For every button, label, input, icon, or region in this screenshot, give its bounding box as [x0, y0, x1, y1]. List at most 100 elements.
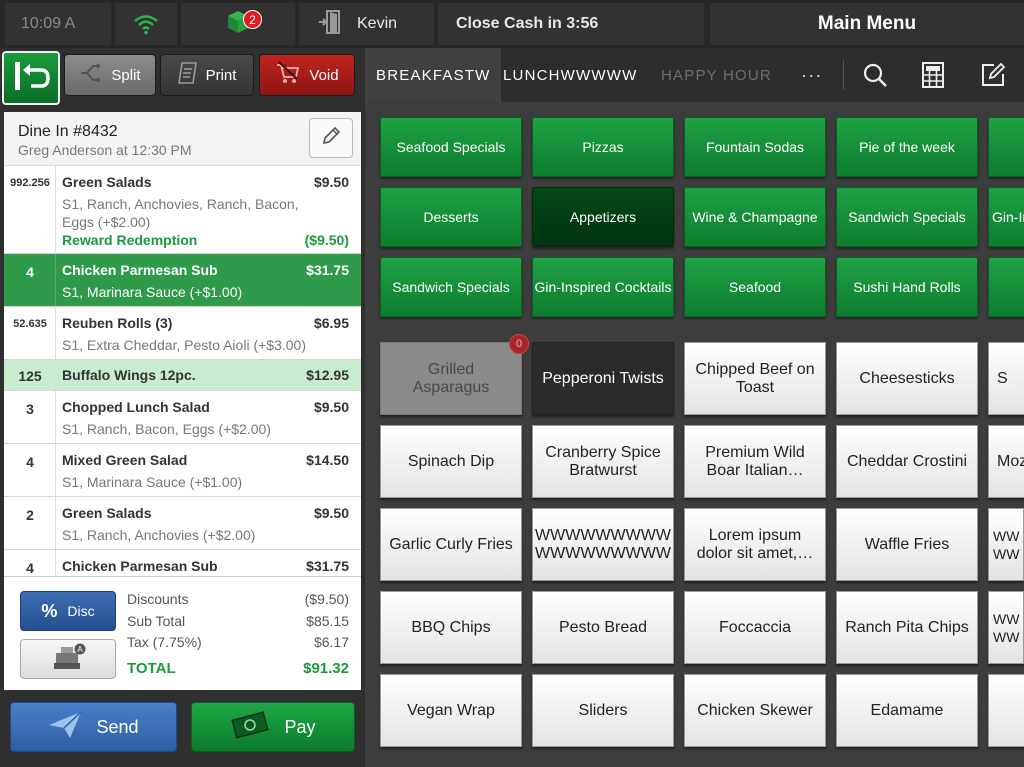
reward-value: ($9.50)	[304, 232, 349, 248]
cash-register-icon: A	[50, 643, 86, 676]
item-qty: 4	[26, 560, 34, 576]
category-partial[interactable]	[988, 117, 1024, 177]
reward-label: Reward Redemption	[62, 232, 198, 248]
product-pesto-bread[interactable]: Pesto Bread	[532, 591, 674, 664]
product-cheesesticks[interactable]: Cheesesticks	[836, 342, 978, 415]
product-grilled-asparagus[interactable]: Grilled Asparagus	[380, 342, 522, 415]
item-name: Reuben Rolls (3)	[62, 315, 173, 331]
category-sandwich-specials[interactable]: Sandwich Specials	[836, 187, 978, 247]
category-pie-of-the-week[interactable]: Pie of the week	[836, 117, 978, 177]
edit-note-icon[interactable]	[979, 61, 1007, 89]
category-desserts[interactable]: Desserts	[380, 187, 522, 247]
cash-drawer-button[interactable]: A	[20, 639, 116, 679]
product-wwwww[interactable]: WWWWWWWWW WWWWWWWWW	[532, 508, 674, 581]
send-button[interactable]: Send	[10, 702, 177, 752]
category-seafood[interactable]: Seafood	[684, 257, 826, 317]
print-button[interactable]: Print	[160, 54, 254, 96]
category-partial[interactable]	[988, 257, 1024, 317]
product-cheddar-crostini[interactable]: Cheddar Crostini	[836, 425, 978, 498]
logout-door-icon	[317, 9, 345, 40]
tab-happy-hour[interactable]: HAPPY HOUR	[661, 48, 781, 102]
order-subtitle: Greg Anderson at 12:30 PM	[18, 142, 192, 158]
product-spinach-dip[interactable]: Spinach Dip	[380, 425, 522, 498]
product-foccaccia[interactable]: Foccaccia	[684, 591, 826, 664]
order-header: Dine In #8432 Greg Anderson at 12:30 PM	[4, 112, 361, 166]
product-chipped-beef[interactable]: Chipped Beef on Toast	[684, 342, 826, 415]
product-chicken-skewer[interactable]: Chicken Skewer	[684, 674, 826, 747]
product-partial[interactable]: S	[988, 342, 1024, 415]
product-sliders[interactable]: Sliders	[532, 674, 674, 747]
product-premium-wild-boar[interactable]: Premium Wild Boar Italian…	[684, 425, 826, 498]
product-waffle-fries[interactable]: Waffle Fries	[836, 508, 978, 581]
item-price: $31.75	[306, 262, 349, 278]
product-partial[interactable]: WW WW	[988, 591, 1024, 664]
total-value: $91.32	[303, 660, 349, 677]
close-cash-timer[interactable]: Close Cash in 3:56	[438, 3, 704, 45]
online-orders-button[interactable]: 2	[181, 3, 295, 45]
order-item[interactable]: 125 Buffalo Wings 12pc. $12.95	[4, 360, 361, 391]
send-label: Send	[96, 716, 139, 737]
product-pepperoni-twists[interactable]: Pepperoni Twists	[532, 342, 674, 415]
item-modifiers: S1, Extra Cheddar, Pesto Aioli (+$3.00)	[62, 337, 306, 353]
user-logout-button[interactable]: Kevin	[299, 3, 434, 45]
tab-breakfast[interactable]: BREAKFASTW	[365, 48, 501, 102]
discounts-row: Discounts ($9.50)	[127, 591, 349, 607]
product-partial[interactable]: WW WW	[988, 508, 1024, 581]
item-price: $31.75	[306, 558, 349, 574]
item-name: Buffalo Wings 12pc.	[62, 367, 196, 383]
print-label: Print	[205, 66, 237, 84]
category-pizzas[interactable]: Pizzas	[532, 117, 674, 177]
order-item[interactable]: 2 Green Salads $9.50 S1, Ranch, Anchovie…	[4, 497, 361, 550]
back-button[interactable]	[2, 51, 60, 105]
undo-arrow-icon	[11, 59, 51, 97]
item-price: $14.50	[306, 452, 349, 468]
product-partial[interactable]: Moz	[988, 425, 1024, 498]
order-item[interactable]: 4 Chicken Parmesan Sub $31.75	[4, 550, 361, 576]
product-vegan-wrap[interactable]: Vegan Wrap	[380, 674, 522, 747]
product-ranch-pita-chips[interactable]: Ranch Pita Chips	[836, 591, 978, 664]
void-cart-icon	[275, 61, 301, 89]
split-label: Split	[111, 66, 141, 84]
clock: 10:09 A	[5, 3, 111, 45]
main-menu-button[interactable]: Main Menu	[710, 3, 1024, 45]
order-item[interactable]: 52.635 Reuben Rolls (3) $6.95 S1, Extra …	[4, 307, 361, 360]
item-price: $9.50	[313, 505, 349, 521]
category-seafood-specials[interactable]: Seafood Specials	[380, 117, 522, 177]
product-partial[interactable]	[988, 674, 1024, 747]
edit-order-button[interactable]	[309, 118, 353, 158]
category-sandwich-specials-2[interactable]: Sandwich Specials	[380, 257, 522, 317]
total-label: TOTAL	[127, 660, 176, 677]
discount-button[interactable]: % Disc	[20, 591, 116, 631]
subtotal-value: $85.15	[306, 613, 349, 629]
category-wine-champagne[interactable]: Wine & Champagne	[684, 187, 826, 247]
product-cranberry-spice-bratwurst[interactable]: Cranberry Spice Bratwurst	[532, 425, 674, 498]
item-price: $6.95	[313, 315, 349, 331]
void-button[interactable]: Void	[259, 54, 355, 96]
category-gin-inspired-cocktails[interactable]: Gin-Inspired Cocktails	[532, 257, 674, 317]
divider	[843, 60, 844, 90]
category-partial[interactable]: Gin-In	[988, 187, 1024, 247]
tab-lunch[interactable]: LUNCHWWWWW	[501, 48, 648, 102]
more-tabs-button[interactable]: ···	[801, 48, 825, 102]
item-price: $9.50	[313, 174, 349, 190]
discounts-label: Discounts	[127, 591, 189, 607]
order-title: Dine In #8432	[18, 123, 118, 140]
pay-button[interactable]: Pay	[191, 702, 355, 752]
split-button[interactable]: Split	[64, 54, 156, 96]
product-bbq-chips[interactable]: BBQ Chips	[380, 591, 522, 664]
order-item-selected[interactable]: 4 Chicken Parmesan Sub $31.75 S1, Marina…	[4, 254, 361, 307]
calculator-icon[interactable]	[919, 61, 947, 89]
product-lorem-ipsum[interactable]: Lorem ipsum dolor sit amet,…	[684, 508, 826, 581]
order-item[interactable]: 3 Chopped Lunch Salad $9.50 S1, Ranch, B…	[4, 391, 361, 444]
search-icon[interactable]	[861, 61, 889, 89]
order-items-list[interactable]: 992.256 Green Salads $9.50 S1, Ranch, An…	[4, 166, 361, 576]
product-garlic-curly-fries[interactable]: Garlic Curly Fries	[380, 508, 522, 581]
order-item[interactable]: 992.256 Green Salads $9.50 S1, Ranch, An…	[4, 166, 361, 254]
product-count-badge: 0	[509, 334, 529, 354]
pay-label: Pay	[284, 716, 316, 737]
category-sushi-hand-rolls[interactable]: Sushi Hand Rolls	[836, 257, 978, 317]
category-appetizers[interactable]: Appetizers	[532, 187, 674, 247]
category-fountain-sodas[interactable]: Fountain Sodas	[684, 117, 826, 177]
order-item[interactable]: 4 Mixed Green Salad $14.50 S1, Marinara …	[4, 444, 361, 497]
product-edamame[interactable]: Edamame	[836, 674, 978, 747]
